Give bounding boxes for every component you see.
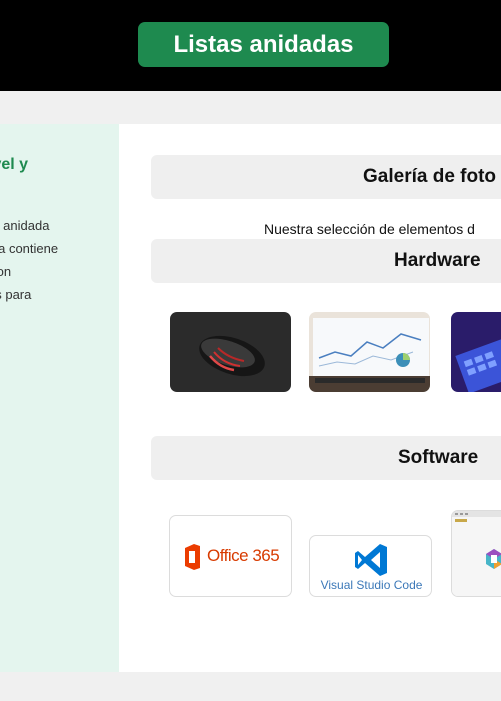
header-spacer — [0, 91, 501, 124]
gallery-title: Galería de foto — [363, 166, 497, 187]
gallery-panel: Galería de foto Nuestra selección de ele… — [119, 124, 501, 672]
footer-spacer — [0, 672, 501, 701]
gallery-item-mouse[interactable] — [170, 312, 291, 392]
vscode-label: Visual Studio Code — [320, 578, 423, 592]
page-title: Listas anidadas — [138, 22, 389, 67]
sidebar-text-line: ra anidada — [0, 218, 50, 233]
gallery-item-vscode[interactable]: Visual Studio Code — [309, 535, 432, 597]
gallery-intro: Nuestra selección de elementos d — [264, 221, 475, 237]
sidebar-text-line: Son — [0, 264, 12, 279]
mouse-image — [170, 312, 291, 392]
gallery-item-keyboard[interactable] — [451, 312, 501, 392]
office365-label: Office 365 — [207, 546, 280, 565]
app-window-icon — [452, 511, 501, 596]
laptop-image — [309, 312, 430, 392]
section-header-hardware: Hardware — [151, 239, 501, 283]
gallery-title-bar: Galería de foto — [151, 155, 501, 199]
section-title: Hardware — [394, 250, 481, 271]
section-header-software: Software — [151, 436, 501, 480]
keyboard-image — [451, 312, 501, 392]
section-title: Software — [398, 447, 479, 468]
gallery-item-office365[interactable]: Office 365 — [169, 515, 292, 597]
gallery-item-app-window[interactable] — [451, 510, 501, 597]
sidebar-text-line: es para — [0, 287, 32, 302]
sidebar-text-line: sta contiene — [0, 241, 59, 256]
header: Listas anidadas — [0, 0, 501, 91]
gallery-item-laptop[interactable] — [309, 312, 430, 392]
sidebar-heading: ivel y — [0, 156, 29, 173]
sidebar-panel: ivel y ra anidada sta contiene Son es pa… — [0, 124, 119, 672]
